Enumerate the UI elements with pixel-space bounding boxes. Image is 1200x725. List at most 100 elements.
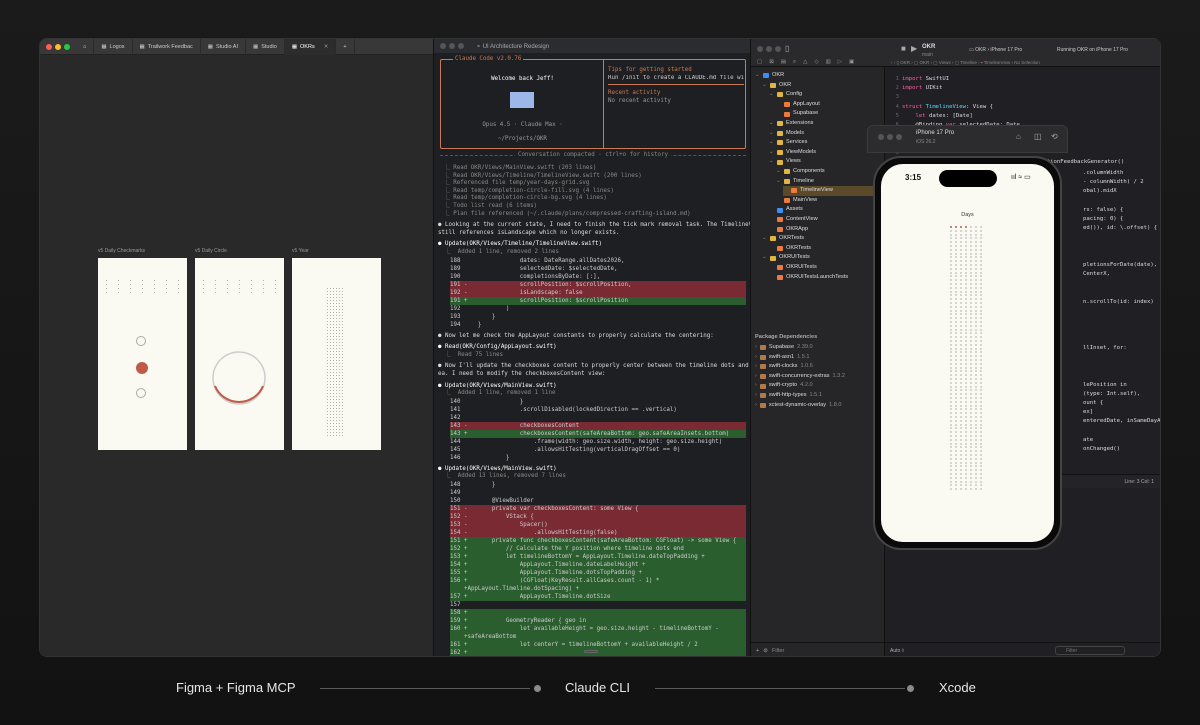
test-icon[interactable]: ◇ [814, 59, 818, 67]
day-dot[interactable] [950, 294, 952, 297]
day-dot[interactable] [965, 381, 967, 384]
day-dot[interactable] [970, 469, 972, 472]
day-dot[interactable] [965, 412, 967, 415]
day-dot[interactable] [975, 336, 977, 339]
day-dot[interactable] [965, 450, 967, 453]
day-dot[interactable] [975, 359, 977, 361]
day-dot[interactable] [970, 435, 972, 437]
day-dot[interactable] [950, 397, 952, 399]
day-dot[interactable] [980, 245, 982, 247]
day-dot[interactable] [960, 359, 962, 361]
day-dot[interactable] [960, 279, 962, 282]
day-dot[interactable] [960, 260, 962, 263]
disclosure-chevron-icon[interactable]: ⌄ [769, 157, 774, 167]
day-dot[interactable] [980, 374, 982, 377]
day-dot[interactable] [960, 480, 962, 483]
day-dot[interactable] [960, 393, 962, 396]
tab-okrs[interactable]: ▦ OKRs ✕ [284, 39, 337, 55]
day-dot[interactable] [950, 328, 952, 331]
day-dot[interactable] [965, 484, 967, 487]
day-dot[interactable] [955, 313, 957, 316]
variables-scope[interactable]: Auto ◊ [890, 648, 904, 654]
day-dot[interactable] [975, 454, 977, 456]
day-dot[interactable] [975, 294, 977, 297]
day-dot[interactable] [950, 351, 952, 354]
nav-item-config[interactable]: ⌄ Config [769, 90, 885, 100]
day-dot[interactable] [980, 309, 982, 312]
day-dot[interactable] [965, 275, 967, 278]
day-dot[interactable] [955, 340, 957, 342]
day-dot[interactable] [950, 275, 952, 278]
nav-item-okrapp[interactable]: OKRApp [769, 225, 885, 235]
zoom-button[interactable] [896, 134, 902, 140]
nav-item-timeline[interactable]: ⌄ Timeline [776, 177, 885, 187]
code-line-fragment[interactable]: enteredDate, inSameDayAs: [1083, 417, 1160, 426]
day-dot[interactable] [955, 256, 957, 259]
day-dot[interactable] [950, 260, 952, 263]
day-dot[interactable] [965, 321, 967, 323]
day-dot[interactable] [955, 427, 957, 430]
day-dot[interactable] [975, 408, 977, 411]
day-dot[interactable] [960, 275, 962, 278]
day-dot[interactable] [965, 419, 967, 422]
nav-item-timelineview[interactable]: TimelineView [783, 186, 885, 196]
day-dot[interactable] [965, 389, 967, 392]
code-line-fragment[interactable]: CenterX, [1083, 270, 1110, 279]
day-dot[interactable] [980, 442, 982, 445]
day-dot[interactable] [960, 313, 962, 316]
day-dot[interactable] [980, 332, 982, 335]
day-dot[interactable] [980, 408, 982, 411]
day-dot[interactable] [955, 416, 957, 418]
run-destination[interactable]: ▭ OKR › iPhone 17 Pro [969, 47, 1022, 53]
day-dot[interactable] [980, 469, 982, 472]
day-dot[interactable] [960, 290, 962, 293]
day-dot[interactable] [980, 328, 982, 331]
day-dot[interactable] [965, 351, 967, 354]
day-dot[interactable] [965, 305, 967, 308]
day-dot[interactable] [955, 393, 957, 396]
code-line[interactable]: 2 import UIKit [889, 84, 943, 93]
day-dot[interactable] [975, 404, 977, 407]
day-dot[interactable] [975, 332, 977, 335]
day-dot[interactable] [970, 355, 972, 358]
day-dot[interactable] [970, 438, 972, 441]
day-dot[interactable] [975, 427, 977, 430]
day-dot[interactable] [975, 416, 977, 418]
day-dot[interactable] [980, 389, 982, 392]
day-dot[interactable] [970, 267, 972, 270]
day-dot[interactable] [970, 332, 972, 335]
day-dot[interactable] [965, 241, 967, 244]
day-dot[interactable] [980, 279, 982, 282]
day-dot[interactable] [970, 317, 972, 320]
day-dot[interactable] [955, 336, 957, 339]
disclosure-chevron-icon[interactable]: ⌄ [762, 234, 767, 244]
day-dot[interactable] [955, 286, 957, 289]
day-dot[interactable] [965, 374, 967, 377]
day-dot[interactable] [965, 343, 967, 346]
day-dot[interactable] [950, 336, 952, 339]
nav-item-okruitestslaunchtests[interactable]: OKRUITestsLaunchTests [769, 273, 885, 283]
day-dot[interactable] [955, 241, 957, 244]
day-dot[interactable] [965, 457, 967, 460]
day-dot[interactable] [950, 264, 952, 266]
disclosure-chevron-icon[interactable]: ⌄ [755, 71, 760, 81]
day-dot[interactable] [950, 419, 952, 422]
day-dot[interactable] [975, 450, 977, 453]
day-dot[interactable] [980, 488, 982, 491]
day-dot[interactable] [955, 226, 957, 228]
day-dot[interactable] [970, 298, 972, 301]
day-dot[interactable] [950, 332, 952, 335]
code-line[interactable]: 3 [889, 93, 902, 102]
day-dot[interactable] [970, 408, 972, 411]
nav-item-okruitests[interactable]: OKRUITests [769, 263, 885, 273]
nav-item-supabase[interactable]: Supabase [776, 109, 885, 119]
day-dot[interactable] [975, 457, 977, 460]
code-line-fragment[interactable]: n.scrollTo(id: index) [1083, 298, 1154, 307]
day-dot[interactable] [970, 488, 972, 491]
day-dot[interactable] [975, 256, 977, 259]
day-dot[interactable] [970, 378, 972, 380]
day-dot[interactable] [960, 351, 962, 354]
day-dot[interactable] [975, 355, 977, 358]
day-dot[interactable] [950, 400, 952, 403]
day-dot[interactable] [955, 465, 957, 468]
